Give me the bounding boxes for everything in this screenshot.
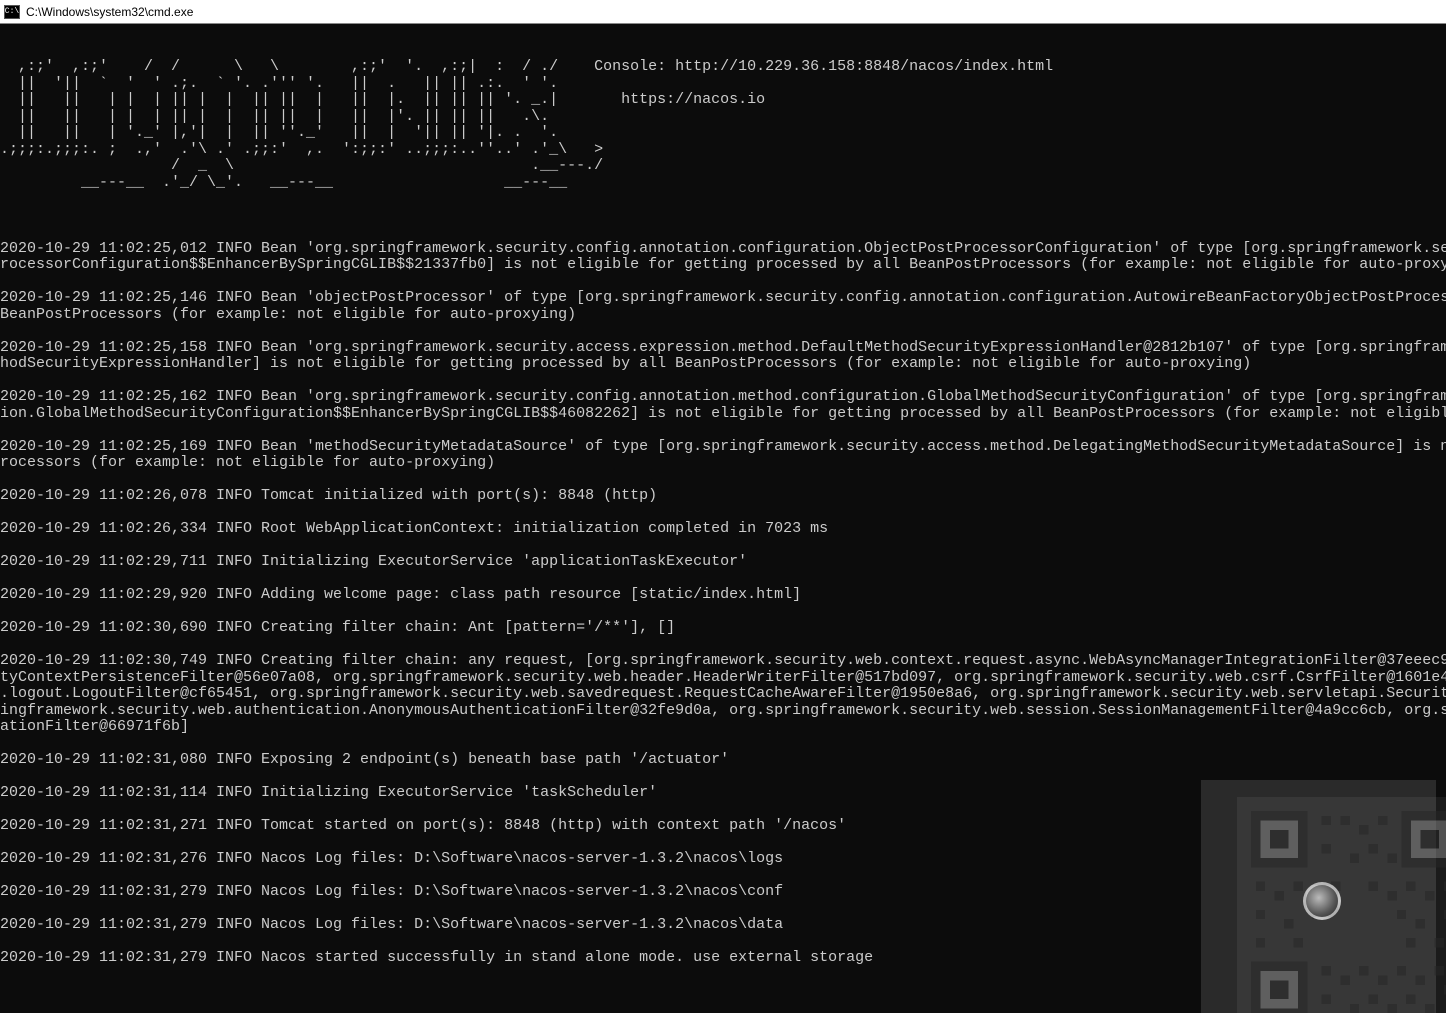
log-lines: 2020-10-29 11:02:25,012 INFO Bean 'org.s…	[0, 241, 1446, 967]
ascii-art: ,:;' ,:;' / / \ \ ,:;' '. ,:;| : / ./ Co…	[0, 59, 1446, 208]
cmd-icon: C:\	[4, 5, 20, 19]
window-title: C:\Windows\system32\cmd.exe	[26, 5, 193, 19]
window-title-bar[interactable]: C:\ C:\Windows\system32\cmd.exe	[0, 0, 1446, 24]
console-output[interactable]: ,:;' ,:;' / / \ \ ,:;' '. ,:;| : / ./ Co…	[0, 24, 1446, 1013]
